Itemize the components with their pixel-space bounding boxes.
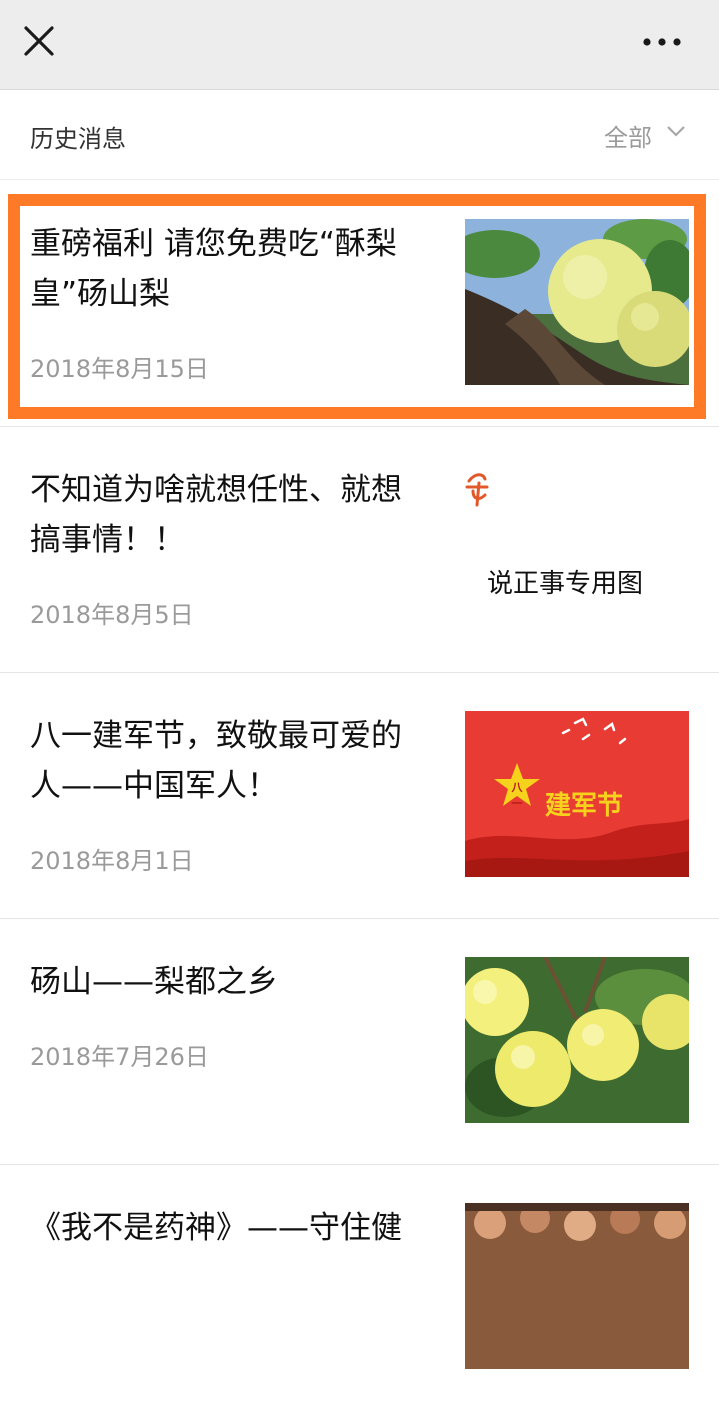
chevron-down-icon	[667, 126, 685, 137]
article-item[interactable]: 重磅福利 请您免费吃“酥梨皇”砀山梨 2018年8月15日	[0, 181, 719, 426]
article-title: 八一建军节，致敬最可爱的人——中国军人！	[30, 718, 402, 804]
more-icon[interactable]	[636, 26, 688, 58]
close-icon[interactable]	[20, 22, 58, 60]
article-item[interactable]: 《我不是药神》——守住健	[0, 1165, 719, 1410]
army-day-text: 建军节	[545, 791, 624, 821]
crowd-photo-image[interactable]	[465, 1203, 689, 1369]
article-item[interactable]: 八一建军节，致敬最可爱的人——中国军人！ 2018年8月1日 八一 建军节	[0, 673, 719, 918]
army-day-badge: 八一	[511, 781, 523, 810]
history-title: 历史消息	[30, 125, 126, 153]
text-graphic-image[interactable]: 说正事专用图	[465, 465, 689, 631]
article-date: 2018年8月5日	[30, 601, 194, 629]
thumbnail-caption: 说正事专用图	[487, 569, 644, 599]
pears-cluster-image[interactable]	[465, 957, 689, 1123]
filter-label: 全部	[604, 123, 652, 152]
article-item[interactable]: 砀山——梨都之乡 2018年7月26日	[0, 919, 719, 1164]
article-date: 2018年8月1日	[30, 847, 194, 875]
army-day-poster-image[interactable]: 八一 建军节	[465, 711, 689, 877]
article-date: 2018年7月26日	[30, 1043, 209, 1071]
article-title: 《我不是药神》——守住健	[30, 1210, 402, 1246]
article-title: 不知道为啥就想任性、就想搞事情！！	[30, 472, 402, 558]
article-item[interactable]: 不知道为啥就想任性、就想搞事情！！ 2018年8月5日 说正事专用图	[0, 427, 719, 672]
article-title: 砀山——梨都之乡	[30, 964, 278, 1000]
article-title: 重磅福利 请您免费吃“酥梨皇”砀山梨	[30, 226, 397, 312]
article-date: 2018年8月15日	[30, 355, 209, 383]
pear-on-tree-image[interactable]	[465, 219, 689, 385]
top-bar	[0, 0, 719, 90]
history-header: 历史消息 全部	[0, 91, 719, 180]
filter-dropdown[interactable]: 全部	[604, 119, 686, 152]
